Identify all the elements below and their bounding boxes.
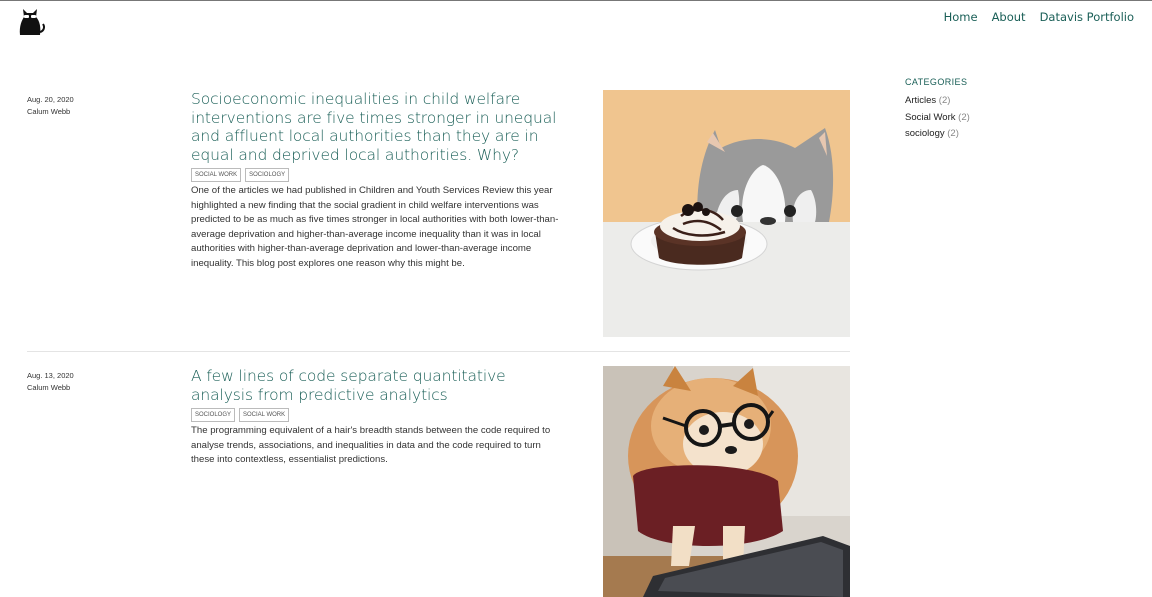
tag-sociology[interactable]: SOCIOLOGY [191, 408, 236, 422]
tag-sociology[interactable]: SOCIOLOGY [245, 168, 290, 182]
post-title[interactable]: Socioeconomic inequalities in child welf… [191, 90, 571, 165]
post-meta: Aug. 13, 2020 Calum Webb [27, 370, 74, 394]
tag-social-work[interactable]: SOCIAL WORK [239, 408, 290, 422]
category-articles[interactable]: Articles (2) [905, 93, 970, 110]
tag-social-work[interactable]: SOCIAL WORK [191, 168, 242, 182]
post-date: Aug. 13, 2020 [27, 371, 74, 380]
category-count: (2) [938, 95, 951, 106]
category-name: Articles [905, 95, 937, 106]
post-summary: The programming equivalent of a hair's b… [191, 425, 551, 466]
post-divider [27, 351, 850, 352]
category-name: Social Work [905, 111, 956, 123]
categories-sidebar: CATEGORIES Articles (2) Social Work (2) … [905, 77, 970, 143]
category-name: sociology [905, 128, 945, 139]
nav-home[interactable]: Home [944, 10, 978, 24]
post-author: Calum Webb [27, 383, 71, 392]
cat-logo-icon[interactable] [14, 4, 46, 36]
nav-datavis-portfolio[interactable]: Datavis Portfolio [1040, 10, 1134, 24]
pomeranian-with-glasses-photo[interactable] [603, 366, 850, 597]
categories-heading: CATEGORIES [905, 77, 968, 87]
category-sociology[interactable]: sociology (2) [905, 126, 970, 143]
category-social-work[interactable]: Social Work (2) [905, 110, 970, 127]
post-author: Calum Webb [27, 107, 71, 116]
post-meta: Aug. 20, 2020 Calum Webb [27, 94, 74, 118]
post-tags: SOCIAL WORK SOCIOLOGY [191, 168, 290, 182]
post-summary: One of the articles we had published in … [191, 185, 559, 269]
top-nav: Home About Datavis Portfolio [944, 10, 1134, 24]
post-date: Aug. 20, 2020 [27, 95, 74, 104]
husky-dog-with-cake-photo[interactable] [603, 90, 850, 337]
category-count: (2) [947, 128, 959, 139]
nav-about[interactable]: About [992, 10, 1026, 24]
post-tags: SOCIOLOGY SOCIAL WORK [191, 408, 290, 422]
post-title[interactable]: A few lines of code separate quantitativ… [191, 367, 571, 404]
category-count: (2) [958, 111, 970, 123]
